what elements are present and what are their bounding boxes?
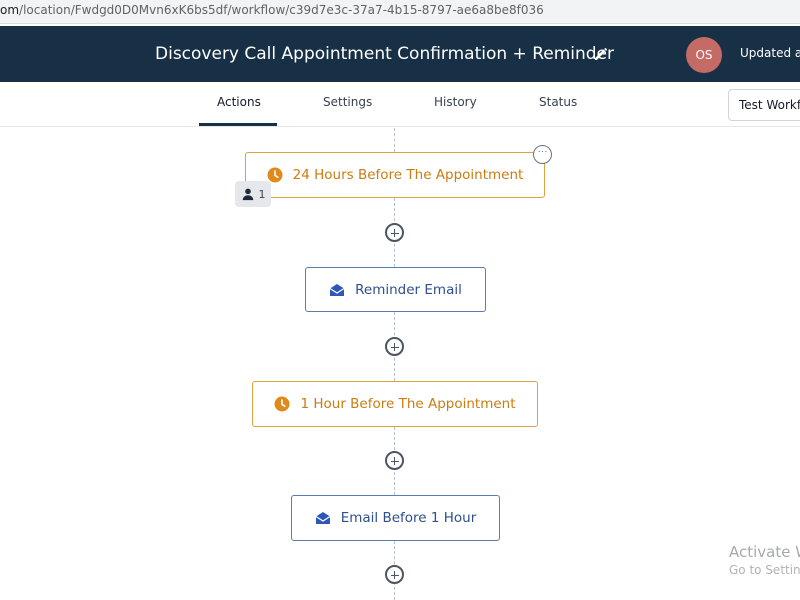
user-icon [242, 188, 253, 201]
avatar[interactable]: OS [686, 37, 722, 73]
email-step-reminder[interactable]: Reminder Email [305, 267, 486, 312]
email-step-label: Reminder Email [355, 281, 462, 298]
url-host: om [0, 3, 20, 17]
updated-at-text: Updated at [740, 46, 800, 60]
active-tab-indicator [199, 123, 277, 126]
browser-url-bar[interactable]: om/location/Fwdgd0D0Mvn6xK6bs5df/workflo… [0, 0, 800, 24]
url-path: /location/Fwdgd0D0Mvn6xK6bs5df/workflow/… [19, 3, 544, 17]
workflow-title: Discovery Call Appointment Confirmation … [155, 44, 615, 64]
email-step-label: Email Before 1 Hour [340, 510, 477, 526]
tab-settings[interactable]: Settings [323, 95, 372, 109]
wait-step-24-hours[interactable]: 24 Hours Before The Appointment [245, 152, 545, 198]
ellipsis-icon[interactable]: ··· [533, 145, 552, 164]
watermark-line-1: Activate W [729, 543, 800, 561]
wait-step-label: 24 Hours Before The Appointment [292, 167, 524, 183]
tab-history[interactable]: History [434, 95, 477, 109]
workflow-header: Discovery Call Appointment Confirmation … [0, 26, 800, 82]
tab-bar: Actions Settings History Status [0, 82, 800, 127]
wait-step-label: 1 Hour Before The Appointment [300, 396, 516, 412]
add-step-button[interactable] [385, 337, 404, 356]
url-text[interactable]: om/location/Fwdgd0D0Mvn6xK6bs5df/workflo… [0, 3, 544, 17]
add-step-button[interactable] [385, 565, 404, 584]
envelope-icon [315, 512, 331, 524]
activate-windows-watermark: Activate W Go to Settin [729, 543, 800, 577]
connector-line [394, 128, 395, 152]
test-workflow-button[interactable]: Test Workflow [728, 89, 800, 121]
pencil-icon[interactable] [592, 45, 610, 63]
add-step-button[interactable] [385, 223, 404, 242]
add-step-button[interactable] [385, 451, 404, 470]
tab-actions[interactable]: Actions [217, 95, 261, 109]
envelope-icon [329, 283, 345, 296]
tab-status[interactable]: Status [539, 95, 577, 109]
clock-icon [274, 396, 290, 412]
email-step-before-1-hour[interactable]: Email Before 1 Hour [291, 495, 500, 541]
wait-step-1-hour[interactable]: 1 Hour Before The Appointment [252, 381, 538, 427]
contacts-count-badge[interactable]: 1 [235, 181, 271, 207]
contacts-count: 1 [258, 187, 266, 201]
watermark-line-2: Go to Settin [729, 563, 800, 577]
